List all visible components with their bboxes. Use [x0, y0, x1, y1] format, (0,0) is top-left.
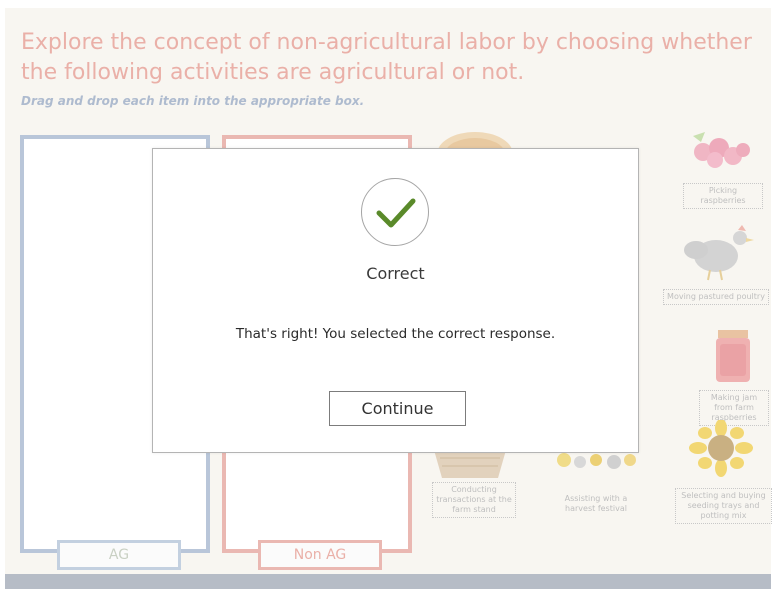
ag-box-label: AG — [57, 540, 181, 570]
checkmark-icon — [376, 198, 416, 228]
nonag-box-label: Non AG — [258, 540, 382, 570]
basket-image[interactable] — [432, 450, 508, 480]
checkmark-circle — [361, 178, 429, 246]
item-selecting-seeding-trays[interactable]: Selecting and buying seeding trays and p… — [675, 488, 772, 524]
chicken-image[interactable] — [680, 222, 760, 282]
festival-image[interactable] — [542, 452, 642, 472]
jam-jar-image[interactable] — [712, 328, 754, 384]
dialog-title: Correct — [366, 264, 425, 283]
item-assisting-harvest-festival[interactable]: Assisting with a harvest festival — [560, 492, 632, 516]
item-picking-raspberries[interactable]: Picking raspberries — [683, 183, 763, 209]
dialog-message: That's right! You selected the correct r… — [235, 326, 556, 342]
feedback-dialog: Correct That's right! You selected the c… — [152, 148, 639, 453]
sunflower-image[interactable] — [688, 420, 754, 478]
item-conducting-transactions[interactable]: Conducting transactions at the farm stan… — [432, 482, 516, 518]
continue-button[interactable]: Continue — [329, 391, 466, 426]
activity-instruction: Drag and drop each item into the appropr… — [21, 94, 365, 108]
bottom-bar — [5, 574, 771, 589]
raspberries-image[interactable] — [683, 128, 755, 170]
item-moving-pastured-poultry[interactable]: Moving pastured poultry — [663, 289, 769, 305]
activity-title: Explore the concept of non-agricultural … — [21, 30, 752, 85]
